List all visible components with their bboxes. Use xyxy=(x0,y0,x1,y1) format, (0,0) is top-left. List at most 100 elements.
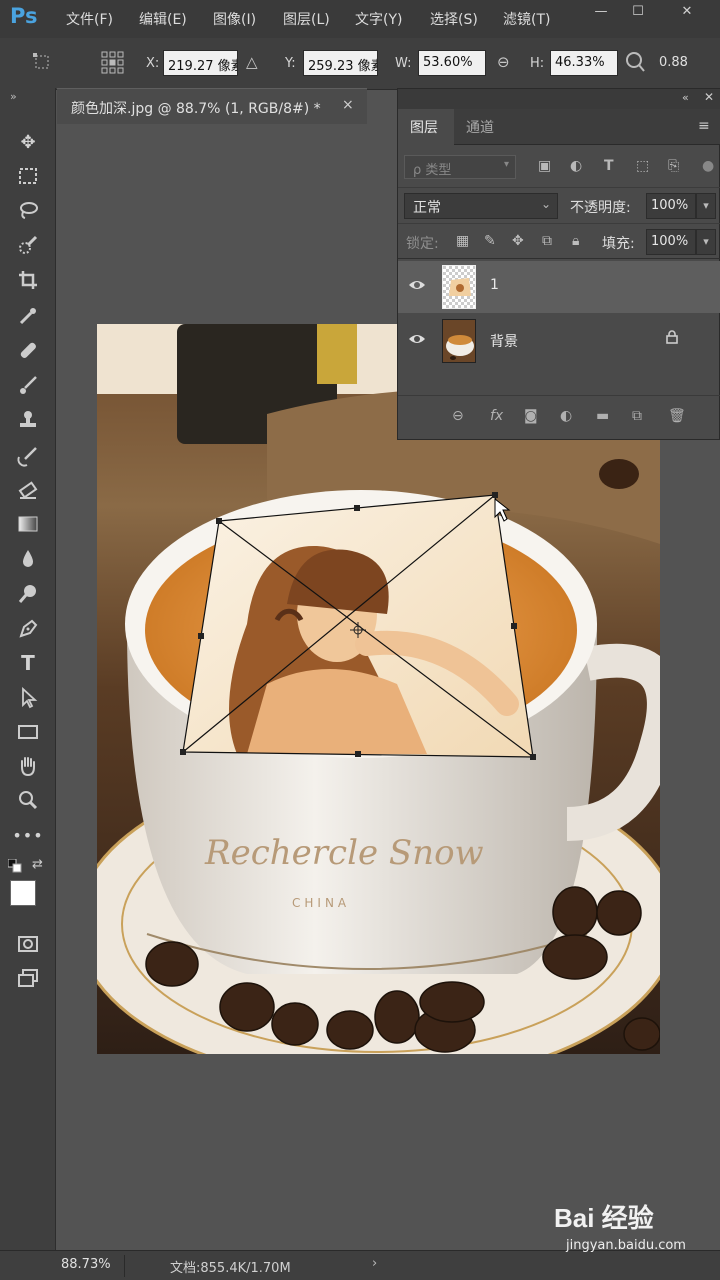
lock-position-icon[interactable]: ✥ xyxy=(512,233,524,249)
layer-row[interactable]: 1 xyxy=(398,261,720,313)
link-layers-icon[interactable]: ⊖ xyxy=(452,408,464,424)
history-brush-tool-icon[interactable] xyxy=(14,442,42,470)
quick-selection-tool-icon[interactable] xyxy=(14,231,42,259)
adjustment-filter-icon[interactable]: ◐ xyxy=(570,158,582,174)
layer-row[interactable]: 背景 xyxy=(398,315,720,367)
brush-tool-icon[interactable] xyxy=(14,371,42,399)
opacity-label: 不透明度: xyxy=(570,200,631,216)
fill-dropdown-icon[interactable]: ▾ xyxy=(696,229,716,255)
tab-channels[interactable]: 通道 xyxy=(466,117,494,137)
screen-mode-icon[interactable] xyxy=(14,964,42,992)
close-window-button[interactable]: ✕ xyxy=(676,4,698,20)
cup-script-text: Rechercle Snow xyxy=(204,833,484,873)
hand-tool-icon[interactable] xyxy=(14,752,42,780)
close-panel-icon[interactable]: ✕ xyxy=(704,90,714,104)
new-layer-icon[interactable]: ⧉ xyxy=(632,408,642,424)
pen-tool-icon[interactable] xyxy=(14,615,42,643)
delete-layer-icon[interactable]: 🗑︎ xyxy=(668,408,686,424)
panel-header[interactable]: « ✕ xyxy=(398,89,720,109)
visibility-eye-icon[interactable] xyxy=(408,332,426,346)
move-tool-icon[interactable]: ✥ xyxy=(14,128,42,156)
lock-all-icon[interactable]: 🔒︎ xyxy=(572,233,579,249)
type-filter-icon[interactable]: T xyxy=(604,158,614,174)
rectangle-tool-icon[interactable] xyxy=(14,718,42,746)
fx-icon[interactable]: fx xyxy=(490,408,503,424)
marquee-tool-icon[interactable] xyxy=(14,162,42,190)
minimize-button[interactable]: — xyxy=(590,4,612,20)
adjustment-layer-icon[interactable]: ◐ xyxy=(560,408,572,424)
layer-filter-select[interactable]: ρ 类型 ▾ xyxy=(404,155,516,179)
layer-name[interactable]: 背景 xyxy=(490,331,518,351)
rotate-icon[interactable] xyxy=(625,51,645,77)
smart-object-filter-icon[interactable]: ⎘ xyxy=(668,158,679,174)
h-label: H: xyxy=(530,56,545,71)
gradient-tool-icon[interactable] xyxy=(14,510,42,538)
visibility-eye-icon[interactable] xyxy=(408,278,426,292)
maximize-button[interactable]: ☐ xyxy=(627,4,649,20)
zoom-tool-icon[interactable] xyxy=(14,786,42,814)
delta-icon[interactable]: △ xyxy=(246,53,258,71)
eraser-tool-icon[interactable] xyxy=(14,476,42,504)
shape-filter-icon[interactable]: ⬚ xyxy=(636,158,649,174)
quick-mask-icon[interactable] xyxy=(14,930,42,958)
layer-name[interactable]: 1 xyxy=(490,277,499,293)
width-field[interactable]: 53.60% xyxy=(418,50,486,76)
lasso-tool-icon[interactable] xyxy=(14,196,42,224)
collapse-panel-icon[interactable]: « xyxy=(682,91,689,104)
new-group-icon[interactable]: ▬ xyxy=(596,408,609,424)
menu-edit[interactable]: 编辑(E) xyxy=(139,9,187,29)
document-tab[interactable]: 颜色加深.jpg @ 88.7% (1, RGB/8#) * × xyxy=(57,88,367,124)
add-mask-icon[interactable]: ◙ xyxy=(524,408,538,424)
menu-type[interactable]: 文字(Y) xyxy=(355,9,402,29)
lock-pixels-icon[interactable]: ✎ xyxy=(484,233,496,249)
height-field[interactable]: 46.33% xyxy=(550,50,618,76)
menu-image[interactable]: 图像(I) xyxy=(213,9,256,29)
chevron-down-icon: ⌄ xyxy=(540,197,551,211)
blend-row: 正常 ⌄ 不透明度: 100% ▾ xyxy=(398,187,720,223)
blend-mode-select[interactable]: 正常 ⌄ xyxy=(404,193,558,219)
rotate-field[interactable]: 0.88 xyxy=(654,50,720,76)
healing-brush-tool-icon[interactable] xyxy=(14,336,42,364)
y-position-field[interactable]: 259.23 像素 xyxy=(303,50,378,76)
panel-menu-icon[interactable]: ≡ xyxy=(698,118,710,134)
type-tool-icon[interactable]: T xyxy=(14,649,42,677)
image-filter-icon[interactable]: ▣ xyxy=(538,158,551,174)
filter-placeholder: ρ 类型 xyxy=(413,163,452,178)
crop-tool-icon[interactable] xyxy=(14,266,42,294)
expand-toolbar-icon[interactable]: » xyxy=(10,90,17,103)
close-document-icon[interactable]: × xyxy=(342,97,354,113)
lock-icon xyxy=(666,330,678,348)
opacity-dropdown-icon[interactable]: ▾ xyxy=(696,193,716,219)
tools-panel: » ✥ T ••• ⇄ xyxy=(0,88,56,1250)
swap-colors-icon[interactable]: ⇄ xyxy=(32,857,43,872)
clone-stamp-tool-icon[interactable] xyxy=(14,406,42,434)
menu-layer[interactable]: 图层(L) xyxy=(283,9,330,29)
x-position-field[interactable]: 219.27 像素 xyxy=(163,50,238,76)
transform-tool-icon[interactable] xyxy=(30,52,54,76)
watermark-brand: Bai 经验 xyxy=(554,1203,654,1233)
zoom-level-field[interactable]: 88.73% xyxy=(57,1255,125,1277)
status-menu-icon[interactable]: › xyxy=(372,1256,377,1271)
opacity-field[interactable]: 100% xyxy=(646,193,696,219)
x-label: X: xyxy=(146,56,160,71)
reference-point-icon[interactable] xyxy=(100,50,126,80)
menu-file[interactable]: 文件(F) xyxy=(66,9,113,29)
fill-field[interactable]: 100% xyxy=(646,229,696,255)
cup-sub-text: CHINA xyxy=(292,896,350,910)
path-selection-tool-icon[interactable] xyxy=(14,684,42,712)
link-icon[interactable]: ⊖ xyxy=(497,53,510,71)
default-colors-icon[interactable] xyxy=(7,858,22,877)
menu-filter[interactable]: 滤镜(T) xyxy=(503,9,550,29)
document-info[interactable]: 文档:855.4K/1.70M xyxy=(170,1257,291,1276)
blur-tool-icon[interactable] xyxy=(14,545,42,573)
foreground-color-swatch[interactable] xyxy=(10,880,36,906)
lock-label: 锁定: xyxy=(406,236,439,252)
more-tools-icon[interactable]: ••• xyxy=(12,821,42,849)
tab-layers[interactable]: 图层 xyxy=(410,117,438,137)
filter-toggle-icon[interactable]: ● xyxy=(702,158,714,174)
menu-select[interactable]: 选择(S) xyxy=(430,9,478,29)
dodge-tool-icon[interactable] xyxy=(14,580,42,608)
eyedropper-tool-icon[interactable] xyxy=(14,302,42,330)
lock-artboard-icon[interactable]: ⧉ xyxy=(542,233,552,249)
lock-transparent-icon[interactable]: ▦ xyxy=(456,233,469,249)
